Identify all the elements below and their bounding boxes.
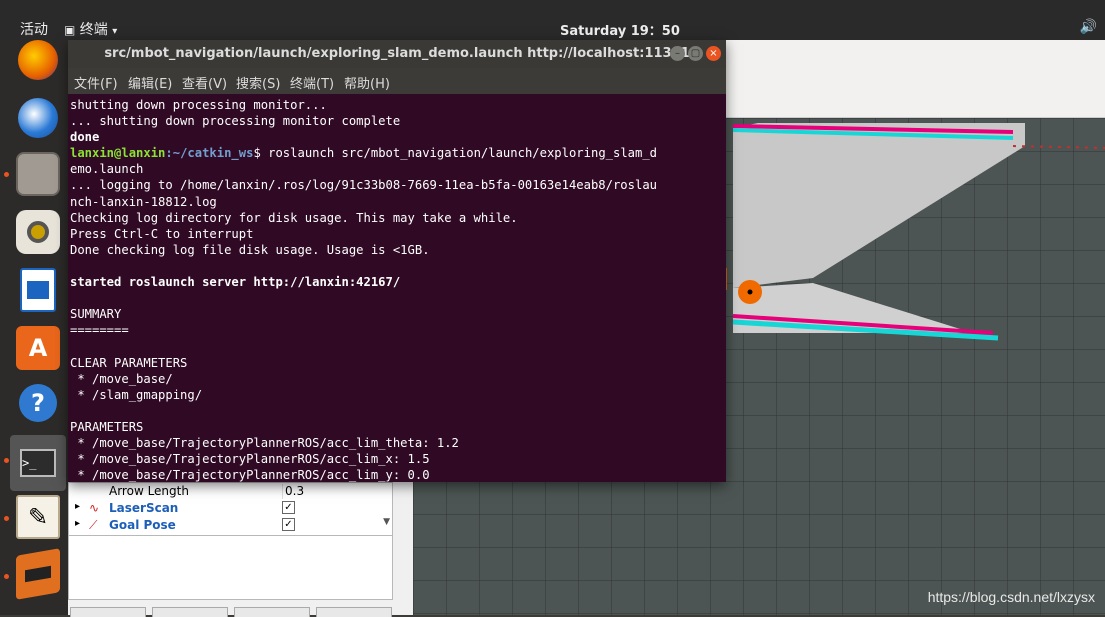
goalpose-checkbox[interactable]: ✓	[282, 518, 295, 531]
files-icon[interactable]	[16, 152, 60, 196]
output-line: ========	[70, 323, 129, 338]
volume-icon[interactable]: 🔊	[1080, 19, 1097, 35]
output-line: Checking log directory for disk usage. T…	[70, 210, 518, 225]
expand-arrow-icon[interactable]: ▸	[75, 518, 80, 529]
activities-button[interactable]: 活动	[20, 19, 48, 39]
app-menu[interactable]: ▣ 终端 ▾	[64, 19, 117, 39]
firefox-icon[interactable]	[18, 40, 58, 80]
prompt-line: lanxin@lanxin:~/catkin_ws$ roslaunch src…	[70, 145, 724, 161]
maximize-icon[interactable]: ▢	[688, 46, 703, 61]
menu-view[interactable]: 查看(V)	[182, 73, 227, 92]
goalpose-icon: ⟋	[89, 518, 98, 532]
chevron-down-icon: ▾	[112, 26, 118, 37]
minimize-icon[interactable]: –	[670, 46, 685, 61]
output-line: * /move_base/TrajectoryPlannerROS/acc_li…	[70, 435, 459, 450]
running-indicator	[4, 516, 9, 521]
laserscan-checkbox[interactable]: ✓	[282, 501, 295, 514]
goalpose-row[interactable]: ▸ ⟋ Goal Pose ✓	[69, 517, 394, 534]
output-line: * /move_base/TrajectoryPlannerROS/acc_li…	[70, 452, 430, 467]
terminal-title[interactable]: src/mbot_navigation/launch/exploring_sla…	[68, 40, 726, 68]
output-line: done	[70, 130, 100, 145]
menu-edit[interactable]: 编辑(E)	[128, 73, 172, 92]
laserscan-icon: ∿	[89, 501, 100, 515]
software-center-icon[interactable]: A	[16, 326, 60, 370]
output-line: * /move_base/TrajectoryPlannerROS/acc_li…	[70, 468, 430, 482]
rviz-icon[interactable]	[16, 548, 60, 600]
close-icon[interactable]: ×	[706, 46, 721, 61]
running-indicator	[4, 574, 9, 579]
rename-button[interactable]	[316, 607, 392, 617]
rhythmbox-icon[interactable]	[16, 210, 60, 254]
remove-button[interactable]	[234, 607, 310, 617]
output-line: CLEAR PARAMETERS	[70, 355, 188, 370]
output-line: ... shutting down processing monitor com…	[70, 114, 401, 129]
scroll-down-icon[interactable]: ▼	[383, 517, 390, 527]
output-line: Done checking log file disk usage. Usage…	[70, 242, 430, 257]
menu-search[interactable]: 搜索(S)	[236, 73, 280, 92]
output-line: PARAMETERS	[70, 419, 144, 434]
add-button[interactable]	[70, 607, 146, 617]
terminal-menubar: 文件(F) 编辑(E) 查看(V) 搜索(S) 终端(T) 帮助(H)	[68, 68, 726, 94]
arrow-length-label: Arrow Length	[109, 484, 189, 498]
arrow-length-row[interactable]: Arrow Length 0.3	[69, 483, 394, 500]
output-line: started roslaunch server http://lanxin:4…	[70, 275, 401, 290]
robot-center	[747, 289, 753, 295]
watermark: https://blog.csdn.net/lxzysx	[927, 589, 1095, 605]
goalpose-label: Goal Pose	[109, 518, 176, 532]
thunderbird-icon[interactable]	[18, 98, 58, 138]
clock[interactable]: Saturday 19：50	[560, 20, 680, 39]
output-line: ... logging to /home/lanxin/.ros/log/91c…	[70, 178, 657, 193]
duplicate-button[interactable]	[152, 607, 228, 617]
property-description-panel	[68, 535, 393, 600]
output-line: * /move_base/	[70, 371, 173, 386]
prompt-command: $ roslaunch src/mbot_navigation/launch/e…	[253, 146, 658, 161]
text-editor-icon[interactable]: ✎	[16, 495, 60, 539]
running-indicator	[4, 458, 9, 463]
running-indicator	[4, 172, 9, 177]
output-line: Press Ctrl-C to interrupt	[70, 226, 254, 241]
output-line: emo.launch	[70, 162, 144, 177]
arrow-length-value[interactable]: 0.3	[282, 484, 382, 499]
expand-arrow-icon[interactable]: ▸	[75, 501, 80, 512]
laserscan-label: LaserScan	[109, 501, 179, 515]
prompt-user: lanxin@lanxin	[70, 146, 166, 161]
output-line: nch-lanxin-18812.log	[70, 194, 217, 209]
output-line: * /slam_gmapping/	[70, 387, 203, 402]
terminal-small-icon: ▣	[64, 23, 76, 37]
menu-file[interactable]: 文件(F)	[74, 73, 118, 92]
menu-terminal[interactable]: 终端(T)	[290, 73, 334, 92]
dock: A ? >_ ✎	[0, 40, 68, 615]
prompt-path: :~/catkin_ws	[165, 146, 254, 161]
writer-icon[interactable]	[20, 268, 56, 312]
menu-help[interactable]: 帮助(H)	[344, 73, 390, 92]
output-line: shutting down processing monitor...	[70, 98, 327, 112]
help-icon[interactable]: ?	[19, 384, 57, 422]
app-menu-label: 终端	[79, 22, 108, 38]
output-line: SUMMARY	[70, 307, 122, 322]
terminal-window: src/mbot_navigation/launch/exploring_sla…	[68, 40, 726, 482]
terminal-icon[interactable]: >_	[10, 435, 66, 491]
terminal-output[interactable]: shutting down processing monitor... ... s…	[70, 97, 724, 482]
laserscan-row[interactable]: ▸ ∿ LaserScan ✓	[69, 500, 394, 517]
top-bar: 活动 ▣ 终端 ▾ Saturday 19：50 🔊	[0, 0, 1105, 40]
